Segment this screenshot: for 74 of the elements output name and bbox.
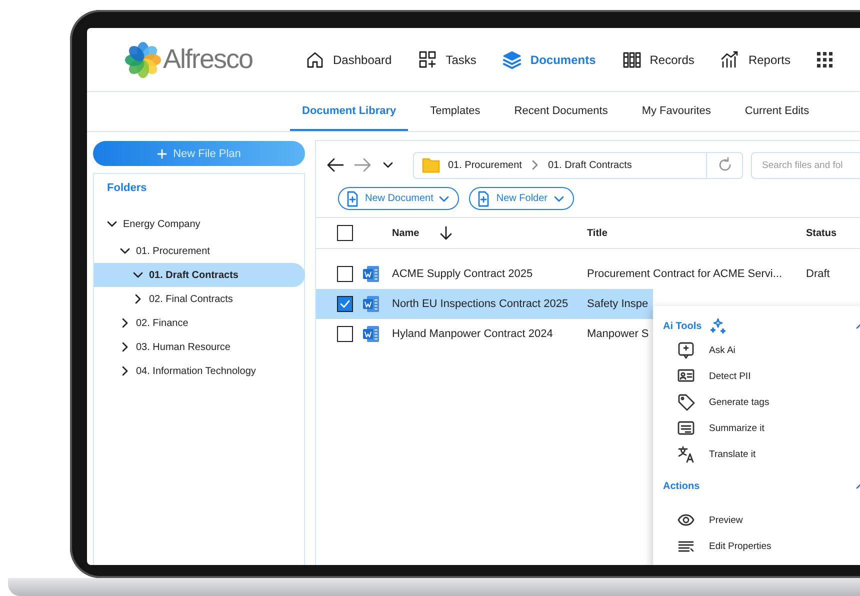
file-name: North EU Inspections Contract 2025 — [392, 298, 568, 310]
menu-item[interactable]: Preview — [653, 507, 860, 533]
file-name: ACME Supply Contract 2025 — [392, 268, 533, 280]
file-title: Manpower S — [587, 328, 649, 340]
file-row[interactable]: ACME Supply Contract 2025 Procurement Contract for ACME Servi... Draft — [316, 259, 860, 289]
nav-item[interactable]: Tasks — [418, 50, 476, 70]
binders-icon — [622, 50, 642, 70]
check-icon — [339, 298, 351, 310]
column-header[interactable]: Status — [806, 228, 837, 238]
breadcrumb-item[interactable]: 01. Procurement — [448, 160, 522, 170]
nav-item[interactable]: Dashboard — [305, 50, 392, 70]
file-status: Draft — [806, 268, 830, 280]
text-lines-icon — [677, 419, 695, 437]
file-name: Hyland Manpower Contract 2024 — [392, 328, 553, 340]
checkbox[interactable] — [337, 326, 353, 342]
checkbox[interactable] — [337, 296, 353, 312]
file-row[interactable]: North EU Inspections Contract 2025 Safety Inspe — [316, 289, 653, 319]
checkbox[interactable] — [337, 225, 353, 241]
tab[interactable]: Templates — [418, 92, 492, 131]
breadcrumb-item[interactable]: 01. Draft Contracts — [548, 160, 632, 170]
column-header[interactable]: Name — [392, 228, 420, 238]
nav-item[interactable]: Reports — [720, 50, 790, 70]
apps-grid-icon — [816, 50, 834, 68]
plus-icon — [157, 148, 168, 158]
logo-text: Alfresco — [163, 44, 253, 75]
folder-tree-item[interactable]: 03. Human Resource — [94, 335, 305, 359]
menu-section-heading: Ai Tools — [663, 320, 702, 332]
folder-tree-item[interactable]: Energy Company — [94, 212, 305, 236]
word-document-icon — [362, 265, 380, 283]
menu-item[interactable]: Detect PII — [653, 363, 860, 389]
back-arrow-icon — [326, 156, 344, 174]
tasks-icon — [418, 50, 438, 70]
menu-item[interactable]: Generate tags — [653, 389, 860, 415]
menu-item[interactable]: Summarize it — [653, 415, 860, 441]
tab[interactable]: Recent Documents — [502, 92, 620, 131]
file-title: Safety Inspe — [587, 298, 648, 310]
file-row[interactable]: Hyland Manpower Contract 2024 Manpower S — [316, 319, 653, 349]
file-plus-icon — [476, 190, 492, 206]
menu-item[interactable]: Ask Ai — [653, 337, 860, 363]
word-document-icon — [362, 325, 380, 343]
folders-heading: Folders — [107, 182, 148, 194]
tab[interactable]: Current Edits — [732, 92, 822, 131]
word-document-icon — [362, 295, 380, 313]
sparkles-icon — [710, 318, 726, 334]
folder-tree-item[interactable]: 01. Draft Contracts — [94, 263, 305, 287]
folder-tree-item[interactable]: 02. Finance — [94, 311, 305, 335]
file-plus-icon — [345, 190, 360, 206]
column-header[interactable]: Title — [587, 228, 608, 238]
forward-arrow-icon — [354, 156, 372, 174]
nav-item[interactable]: Documents — [502, 50, 596, 70]
layers-icon — [502, 50, 522, 70]
flower-logo-icon — [125, 42, 161, 78]
new-dropdown-button[interactable]: New Document — [338, 187, 460, 210]
folder-tree-item[interactable]: 04. Information Technology — [94, 359, 305, 383]
chat-sparkle-icon — [677, 341, 695, 359]
folder-icon — [422, 156, 440, 174]
search-field[interactable]: Search files and fol — [751, 152, 860, 178]
translate-icon — [677, 445, 695, 463]
folder-tree-item[interactable]: 02. Final Contracts — [94, 287, 305, 311]
tab[interactable]: My Favourites — [630, 92, 723, 131]
growth-chart-icon — [720, 50, 740, 70]
sort-down-arrow-icon — [439, 226, 454, 240]
chevron-right-icon — [530, 160, 540, 170]
checkbox[interactable] — [337, 266, 353, 282]
new-dropdown-button[interactable]: New Folder — [469, 187, 574, 210]
menu-item[interactable]: Edit Properties — [653, 533, 860, 559]
home-icon — [305, 50, 325, 70]
menu-section-heading: Actions — [663, 480, 700, 492]
tab[interactable]: Document Library — [290, 92, 408, 131]
tag-icon — [677, 393, 695, 411]
menu-item[interactable]: Translate it — [653, 441, 860, 467]
folder-tree-item[interactable]: 01. Procurement — [94, 239, 305, 263]
nav-item[interactable]: Records — [622, 50, 694, 70]
file-title: Procurement Contract for ACME Servi... — [587, 268, 782, 280]
